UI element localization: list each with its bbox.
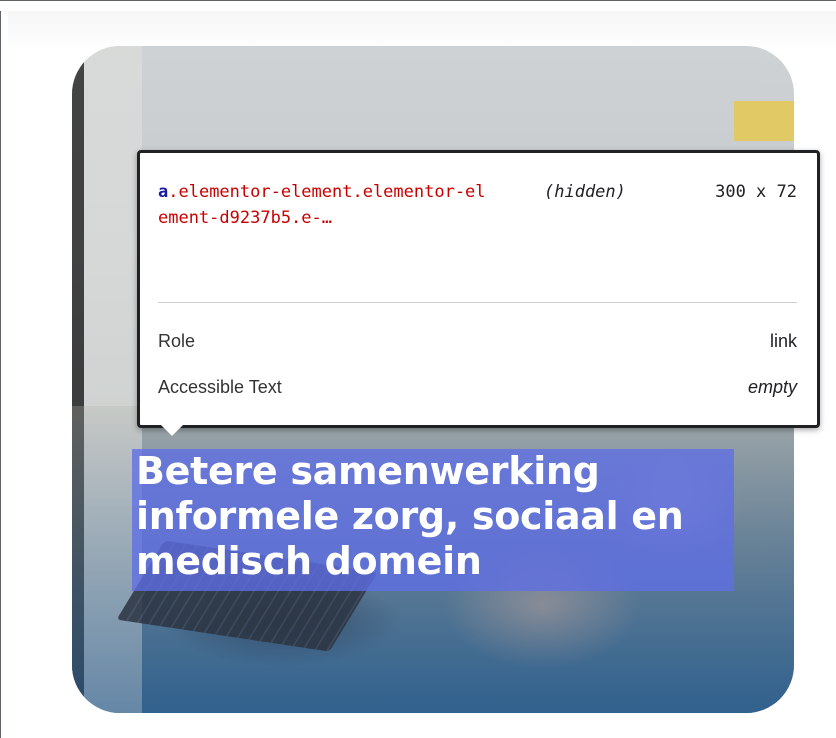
- tooltip-divider: [158, 302, 797, 303]
- property-value: empty: [747, 377, 797, 397]
- tooltip-pointer-arrow: [160, 424, 184, 436]
- property-row-accessible-text: Accessible Text empty: [158, 377, 797, 401]
- card-photo-yellow-object: [734, 101, 794, 141]
- devtools-inspect-tooltip: a.elementor-element.elementor-element-d9…: [137, 150, 820, 428]
- selector-tag: a: [158, 182, 169, 202]
- selector-classes: .elementor-element.elementor-element-d92…: [158, 182, 486, 228]
- hidden-indicator: (hidden): [544, 182, 626, 202]
- page-header-shadow: [8, 11, 836, 51]
- viewport-left-border: [0, 11, 8, 738]
- element-selector: a.elementor-element.elementor-element-d9…: [158, 179, 488, 231]
- card-headline-link[interactable]: Betere samenwerking informele zorg, soci…: [136, 449, 736, 584]
- element-dimensions: 300 x 72: [715, 182, 797, 202]
- property-value: link: [769, 331, 797, 351]
- property-key: Role: [158, 331, 196, 351]
- viewport-top-border: [0, 0, 836, 11]
- property-row-role: Role link: [158, 331, 797, 355]
- property-key: Accessible Text: [158, 377, 282, 397]
